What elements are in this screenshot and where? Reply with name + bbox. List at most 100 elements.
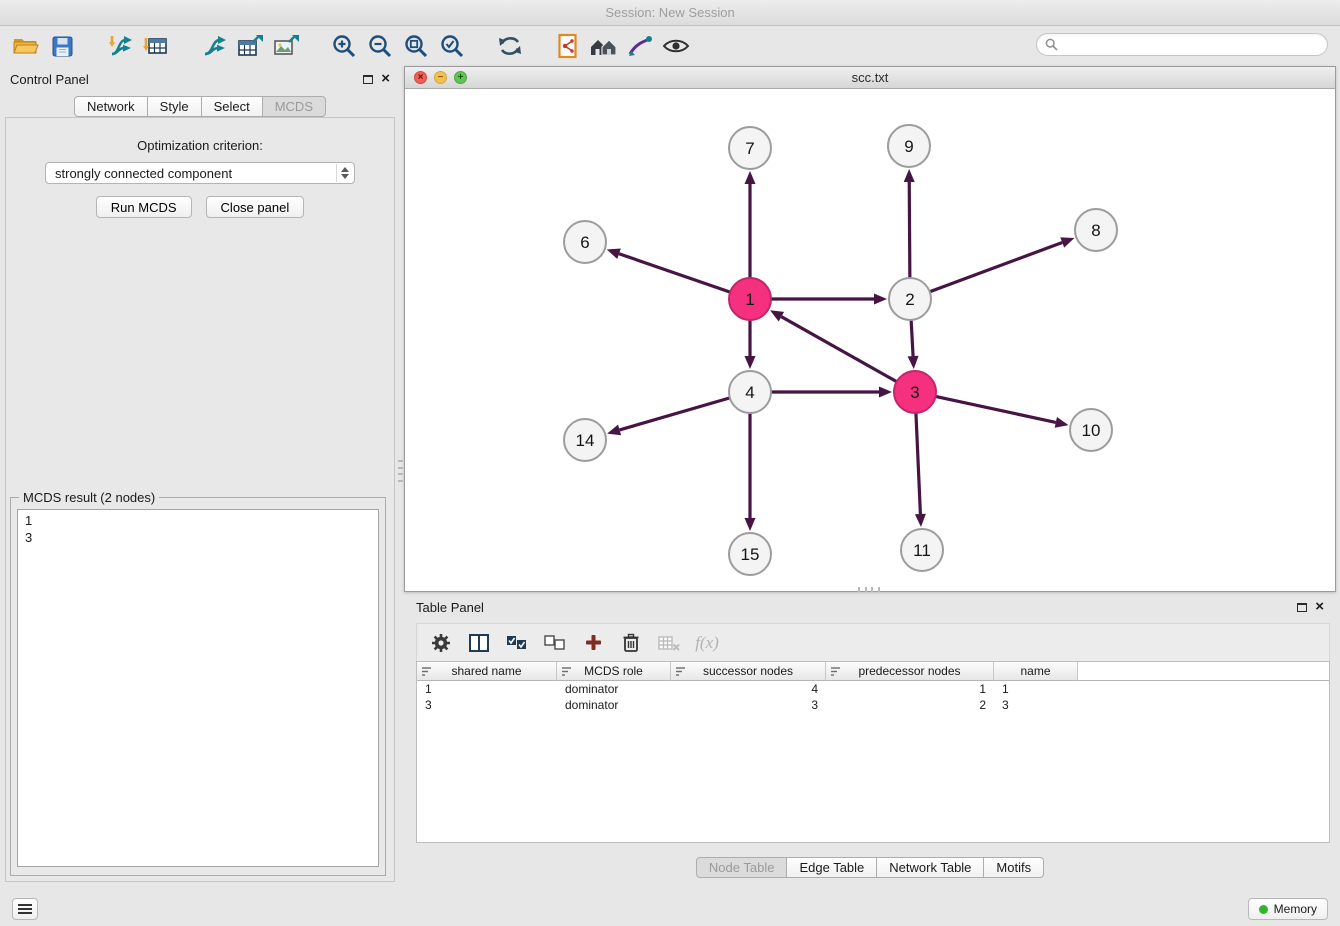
graph-edge-2-8[interactable] <box>930 243 1063 292</box>
export-image-button[interactable] <box>268 30 304 62</box>
tab-style[interactable]: Style <box>147 96 202 117</box>
control-panel-header: Control Panel × <box>0 66 400 92</box>
table-cell: 2 <box>826 697 994 713</box>
save-session-button[interactable] <box>44 30 80 62</box>
column-header-predecessor-nodes[interactable]: predecessor nodes <box>826 662 994 681</box>
criterion-dropdown[interactable]: strongly connected component <box>45 162 355 184</box>
tab-network-table[interactable]: Network Table <box>876 857 984 878</box>
table-row[interactable]: 3dominator323 <box>417 697 1329 713</box>
trash-icon <box>622 633 640 653</box>
mcds-panel: Optimization criterion: strongly connect… <box>5 117 395 882</box>
float-table-panel-icon[interactable] <box>1297 603 1307 612</box>
function-builder-button[interactable]: f(x) <box>691 628 723 658</box>
tab-mcds[interactable]: MCDS <box>262 96 326 117</box>
graph-edge-3-1[interactable] <box>781 317 896 382</box>
search-input[interactable] <box>1063 37 1319 52</box>
table-panel-header: Table Panel × <box>404 595 1336 619</box>
tab-network[interactable]: Network <box>74 96 148 117</box>
import-table-button[interactable] <box>138 30 174 62</box>
delete-column-button[interactable] <box>615 628 647 658</box>
graph-edge-2-9[interactable] <box>909 182 910 278</box>
unchecked-boxes-icon <box>544 635 566 651</box>
graph-node-15[interactable]: 15 <box>729 533 771 575</box>
edge-arrowhead <box>607 425 621 436</box>
run-mcds-button[interactable]: Run MCDS <box>96 196 192 218</box>
column-header-label: MCDS role <box>584 664 643 678</box>
tab-node-table[interactable]: Node Table <box>696 857 788 878</box>
zoom-in-button[interactable] <box>326 30 362 62</box>
tab-select[interactable]: Select <box>201 96 263 117</box>
select-all-button[interactable] <box>501 628 533 658</box>
close-panel-icon[interactable]: × <box>381 73 390 85</box>
table-cell: dominator <box>557 697 671 713</box>
table-row[interactable]: 1dominator411 <box>417 681 1329 697</box>
new-network-button[interactable] <box>196 30 232 62</box>
deselect-all-button[interactable] <box>539 628 571 658</box>
table-cell: 1 <box>826 681 994 697</box>
graph-edge-4-14[interactable] <box>620 398 730 430</box>
apply-layout-button[interactable] <box>492 30 528 62</box>
graph-node-2[interactable]: 2 <box>889 278 931 320</box>
zoom-selected-button[interactable] <box>434 30 470 62</box>
tab-motifs[interactable]: Motifs <box>983 857 1044 878</box>
graph-node-7[interactable]: 7 <box>729 127 771 169</box>
graph-node-9[interactable]: 9 <box>888 125 930 167</box>
graph-edge-2-3[interactable] <box>911 320 913 356</box>
graph-node-1[interactable]: 1 <box>729 278 771 320</box>
toolbar-separator <box>470 46 492 47</box>
memory-button[interactable]: Memory <box>1248 898 1328 920</box>
node-label: 10 <box>1082 421 1101 440</box>
column-header-name[interactable]: name <box>994 662 1078 681</box>
status-menu-button[interactable] <box>12 898 38 920</box>
delete-table-button[interactable] <box>653 628 685 658</box>
show-hide-button[interactable] <box>658 30 694 62</box>
network-canvas[interactable]: 7 9 6 8 1 2 4 3 14 10 15 11 <box>405 90 1335 591</box>
graph-node-6[interactable]: 6 <box>564 221 606 263</box>
zoom-fit-button[interactable] <box>398 30 434 62</box>
graph-node-4[interactable]: 4 <box>729 371 771 413</box>
column-header-shared-name[interactable]: shared name <box>417 662 557 681</box>
window-minimize-icon[interactable]: − <box>434 71 447 84</box>
close-panel-button[interactable]: Close panel <box>206 196 305 218</box>
column-header-mcds-role[interactable]: MCDS role <box>557 662 671 681</box>
toolbar-separator <box>304 46 326 47</box>
float-panel-icon[interactable] <box>363 75 373 84</box>
network-window-titlebar[interactable]: × − + scc.txt <box>405 67 1335 89</box>
window-splitter-handle[interactable] <box>858 587 880 592</box>
graph-node-11[interactable]: 11 <box>901 529 943 571</box>
open-session-button[interactable] <box>8 30 44 62</box>
table-cell: 4 <box>671 681 826 697</box>
first-neighbors-button[interactable] <box>550 30 586 62</box>
mcds-result-list[interactable]: 1 3 <box>17 509 379 867</box>
add-column-button[interactable] <box>577 628 609 658</box>
window-close-icon[interactable]: × <box>414 71 427 84</box>
close-table-panel-icon[interactable]: × <box>1315 601 1324 613</box>
zoom-out-button[interactable] <box>362 30 398 62</box>
import-table-icon <box>143 34 169 58</box>
show-columns-button[interactable] <box>463 628 495 658</box>
criterion-dropdown-value: strongly connected component <box>55 166 232 181</box>
graph-node-10[interactable]: 10 <box>1070 409 1112 451</box>
network-share-icon <box>201 34 228 58</box>
tab-edge-table[interactable]: Edge Table <box>786 857 877 878</box>
graph-edge-1-6[interactable] <box>619 254 730 292</box>
apply-style-button[interactable] <box>622 30 658 62</box>
window-maximize-icon[interactable]: + <box>454 71 467 84</box>
window-titlebar: Session: New Session <box>0 0 1340 26</box>
graph-edge-3-11[interactable] <box>916 413 920 514</box>
import-network-button[interactable] <box>102 30 138 62</box>
edge-arrowhead <box>745 518 756 531</box>
graph-node-8[interactable]: 8 <box>1075 209 1117 251</box>
column-header-successor-nodes[interactable]: successor nodes <box>671 662 826 681</box>
columns-icon <box>469 634 489 652</box>
panel-splitter-handle[interactable] <box>398 460 403 482</box>
export-table-button[interactable] <box>232 30 268 62</box>
search-field[interactable] <box>1036 33 1328 56</box>
session-home-button[interactable] <box>586 30 622 62</box>
table-settings-button[interactable] <box>425 628 457 658</box>
graph-node-14[interactable]: 14 <box>564 419 606 461</box>
graph-node-3[interactable]: 3 <box>894 371 936 413</box>
node-label: 7 <box>745 139 754 158</box>
graph-edge-3-10[interactable] <box>936 396 1056 422</box>
network-graph[interactable]: 7 9 6 8 1 2 4 3 14 10 15 11 <box>405 90 1335 593</box>
